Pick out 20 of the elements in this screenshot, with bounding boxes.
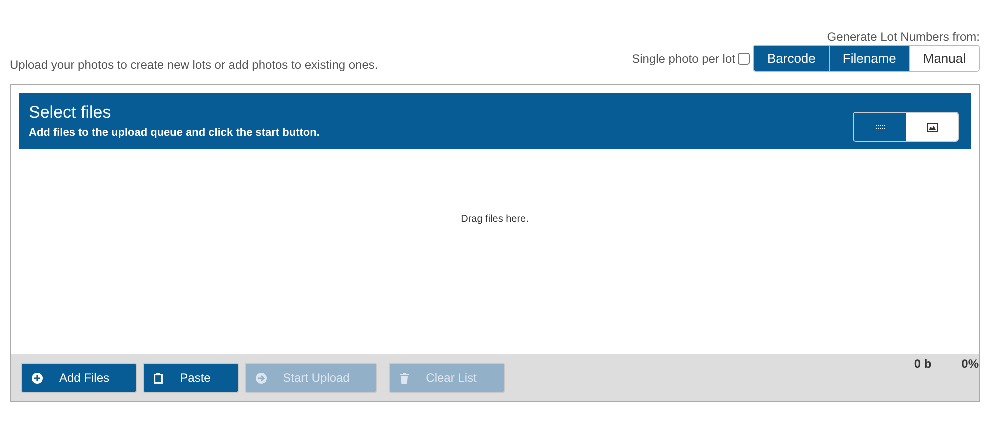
thumbnail-view-button[interactable] xyxy=(906,113,958,141)
lot-source-button[interactable]: Filename xyxy=(828,46,910,71)
drop-hint: Drag files here. xyxy=(461,214,529,226)
arrow-circle-icon xyxy=(256,372,267,384)
generate-label: Generate Lot Numbers from: xyxy=(827,30,980,44)
plus-circle-icon xyxy=(32,372,43,384)
single-photo-checkbox[interactable] xyxy=(738,52,750,64)
trash-icon xyxy=(400,372,409,384)
clipboard-icon xyxy=(154,372,163,384)
upload-percent: 0% xyxy=(962,357,979,373)
lot-source-button[interactable]: Barcode xyxy=(754,46,829,71)
lot-source-button[interactable]: Manual xyxy=(909,46,979,71)
total-size: 0 b xyxy=(914,357,932,373)
single-photo-label: Single photo per lot xyxy=(632,52,736,66)
add-button[interactable]: Add Files xyxy=(21,363,137,393)
intro-text: Upload your photos to create new lots or add photos to existing ones. xyxy=(10,58,378,72)
paste-button[interactable]: Paste xyxy=(143,363,239,393)
image-icon xyxy=(926,122,938,132)
panel-title: Select files xyxy=(29,103,112,123)
panel-subtitle: Add files to the upload queue and click the start button. xyxy=(29,127,320,139)
